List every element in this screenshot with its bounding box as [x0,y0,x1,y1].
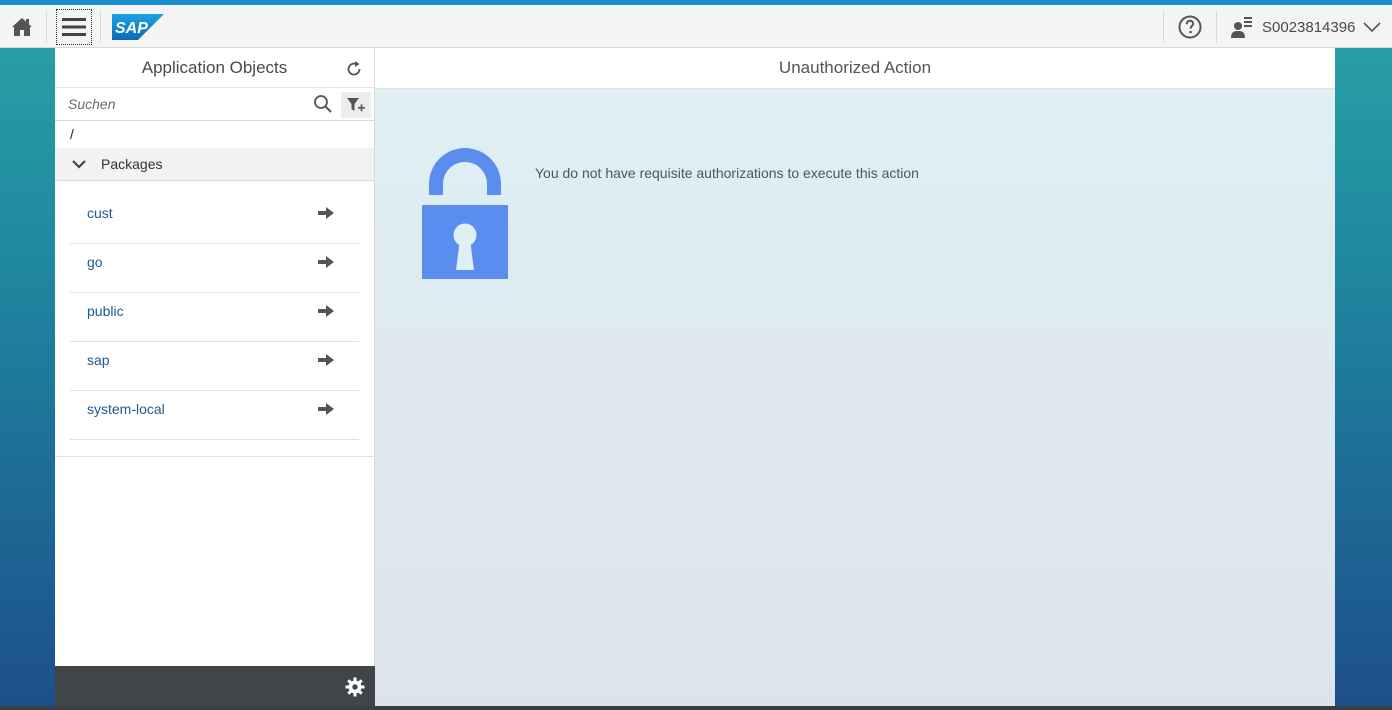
package-name: system-local [87,401,165,417]
svg-text:SAP: SAP [115,20,148,37]
list-item[interactable]: public [70,293,359,342]
home-icon [12,18,32,36]
shell-separator [100,11,101,43]
arrow-right-icon[interactable] [317,353,335,367]
error-message: You do not have requisite authorizations… [535,165,919,181]
current-path: / [70,126,74,142]
package-name: public [87,303,124,319]
shell-bar: SAP S0023814396 [0,5,1392,48]
arrow-right-icon[interactable] [317,255,335,269]
package-name: sap [87,352,110,368]
shell-separator [46,11,47,43]
list-item[interactable]: go [70,244,359,293]
user-icon [1231,17,1252,38]
shell-separator [1216,11,1217,43]
home-button[interactable] [6,11,38,43]
arrow-right-icon[interactable] [317,304,335,318]
list-item[interactable]: cust [70,195,359,244]
shell-separator [1163,11,1164,43]
refresh-icon[interactable] [344,59,364,79]
lock-icon [422,148,508,279]
package-name: cust [87,205,113,221]
chevron-down-icon [1363,22,1382,33]
list-divider [55,440,374,457]
packages-group-header[interactable]: Packages [55,148,374,181]
group-label: Packages [101,156,163,172]
packages-list: cust go public sap system-local [55,181,374,440]
bottom-bar [0,706,1392,710]
chevron-down-icon [72,160,86,169]
search-row [55,88,374,121]
content-header: Unauthorized Action [375,48,1335,89]
search-icon[interactable] [313,94,333,114]
panel-title: Application Objects [141,57,288,77]
menu-button[interactable] [56,9,92,45]
hamburger-icon [62,18,86,36]
application-objects-panel: Application Objects / Packages cust [55,48,375,710]
help-icon [1178,15,1202,39]
list-item[interactable]: sap [70,342,359,391]
panel-footer [55,666,375,710]
list-item[interactable]: system-local [70,391,359,440]
gear-icon[interactable] [345,677,365,697]
content-area: Unauthorized Action You do not have requ… [375,48,1335,710]
package-name: go [87,254,103,270]
sap-logo[interactable]: SAP [112,14,164,40]
page-title: Unauthorized Action [778,58,932,77]
arrow-right-icon[interactable] [317,402,335,416]
user-name: S0023814396 [1262,18,1356,36]
help-button[interactable] [1174,11,1206,43]
arrow-right-icon[interactable] [317,206,335,220]
user-menu[interactable]: S0023814396 [1230,11,1382,43]
search-input[interactable] [59,91,340,117]
add-filter-button[interactable] [341,92,371,118]
panel-header: Application Objects [55,48,374,88]
filter-add-icon [347,98,365,112]
